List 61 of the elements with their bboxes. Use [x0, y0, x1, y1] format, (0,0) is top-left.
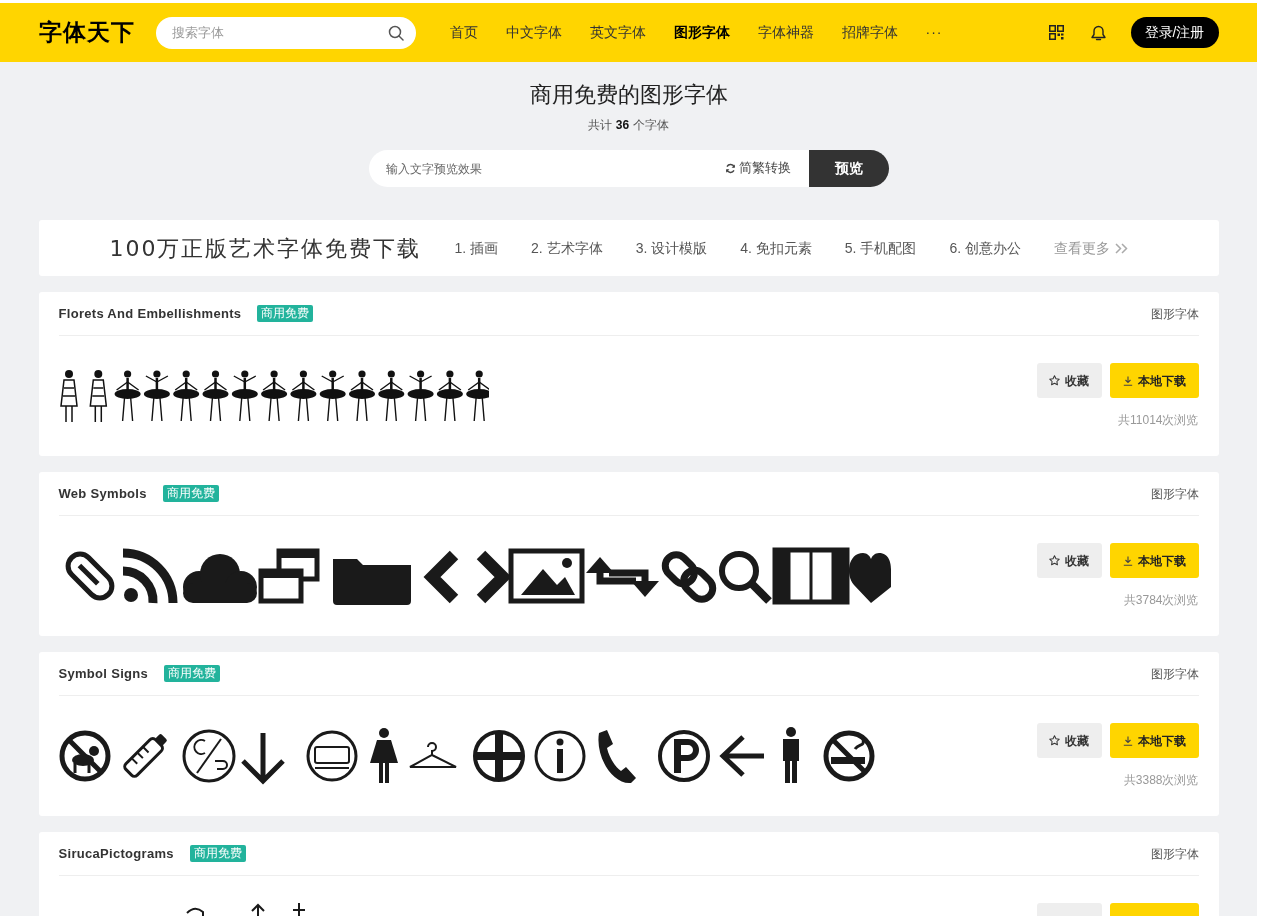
font-name[interactable]: Web Symbols: [58, 483, 147, 504]
license-badge: 商用免费: [257, 305, 314, 322]
view-count: 共3388次浏览: [1123, 772, 1199, 788]
nav-link[interactable]: 英文字体: [589, 22, 646, 43]
license-badge: 商用免费: [162, 485, 219, 502]
banner-link[interactable]: 3. 设计模版: [635, 237, 708, 259]
login-button[interactable]: 登录/注册: [1130, 17, 1219, 48]
download-label: 本地下载: [1137, 732, 1186, 750]
nav-link[interactable]: 字体神器: [757, 22, 814, 43]
search-field[interactable]: 搜索字体: [155, 16, 416, 49]
favorite-button[interactable]: 收藏: [1036, 363, 1102, 398]
view-count: 共11014次浏览: [1118, 412, 1199, 428]
banner-link[interactable]: 2. 艺术字体: [531, 237, 603, 259]
more-menu-link[interactable]: ···: [925, 22, 943, 43]
nav-link[interactable]: 中文字体: [505, 22, 562, 43]
convert-toggle[interactable]: 简繁转换: [724, 160, 791, 176]
license-badge: 商用免费: [189, 845, 246, 862]
download-button[interactable]: 本地下载: [1109, 723, 1199, 758]
favorite-label: 收藏: [1065, 552, 1089, 570]
bell-icon[interactable]: [1090, 24, 1106, 41]
site-logo[interactable]: 字体天下: [38, 21, 135, 44]
download-icon: [1122, 375, 1133, 386]
page-title: 商用免费的图形字体: [529, 81, 728, 109]
download-label: 本地下载: [1137, 372, 1186, 390]
font-category[interactable]: 图形字体: [1150, 304, 1199, 323]
qr-code-icon[interactable]: [1048, 25, 1064, 40]
font-category[interactable]: 图形字体: [1150, 844, 1199, 863]
view-count: 共3784次浏览: [1123, 592, 1199, 608]
convert-label: 简繁转换: [738, 160, 791, 176]
favorite-label: 收藏: [1065, 372, 1089, 390]
search-icon[interactable]: [387, 24, 404, 41]
download-button[interactable]: 本地下载: [1109, 543, 1199, 578]
banner-link[interactable]: 5. 手机配图: [844, 237, 917, 259]
favorite-label: 收藏: [1065, 732, 1089, 750]
font-category[interactable]: 图形字体: [1150, 664, 1199, 683]
star-icon: [1049, 735, 1060, 746]
star-icon: [1049, 555, 1060, 566]
download-icon: [1122, 735, 1133, 746]
nav-link[interactable]: 招牌字体: [841, 22, 898, 43]
nav-link[interactable]: 首页: [449, 22, 478, 43]
download-label: 本地下载: [1137, 552, 1186, 570]
preview-button[interactable]: 预览: [808, 150, 889, 187]
star-icon: [1049, 375, 1060, 386]
banner-link[interactable]: 1. 插画: [454, 237, 499, 259]
refresh-icon: [724, 162, 736, 174]
download-button[interactable]: 本地下载: [1109, 363, 1199, 398]
font-count: 共计 36 个字体: [588, 117, 669, 133]
font-name[interactable]: Florets And Embellishments: [58, 303, 242, 324]
nav-link[interactable]: 图形字体: [673, 22, 730, 43]
double-chevron-icon: [1114, 242, 1128, 254]
banner-link[interactable]: 6. 创意办公: [949, 237, 1021, 259]
download-icon: [1122, 555, 1133, 566]
font-name[interactable]: SirucaPictograms: [58, 843, 174, 864]
favorite-button[interactable]: 收藏: [1036, 543, 1102, 578]
font-category[interactable]: 图形字体: [1150, 484, 1199, 503]
favorite-button[interactable]: 收藏: [1036, 723, 1102, 758]
license-badge: 商用免费: [164, 665, 221, 682]
more-link-label: 查看更多: [1053, 238, 1110, 258]
banner-link[interactable]: 4. 免扣元素: [740, 237, 812, 259]
font-name[interactable]: Symbol Signs: [58, 663, 149, 684]
banner-slogan: 100万正版艺术字体免费下载: [109, 234, 422, 263]
